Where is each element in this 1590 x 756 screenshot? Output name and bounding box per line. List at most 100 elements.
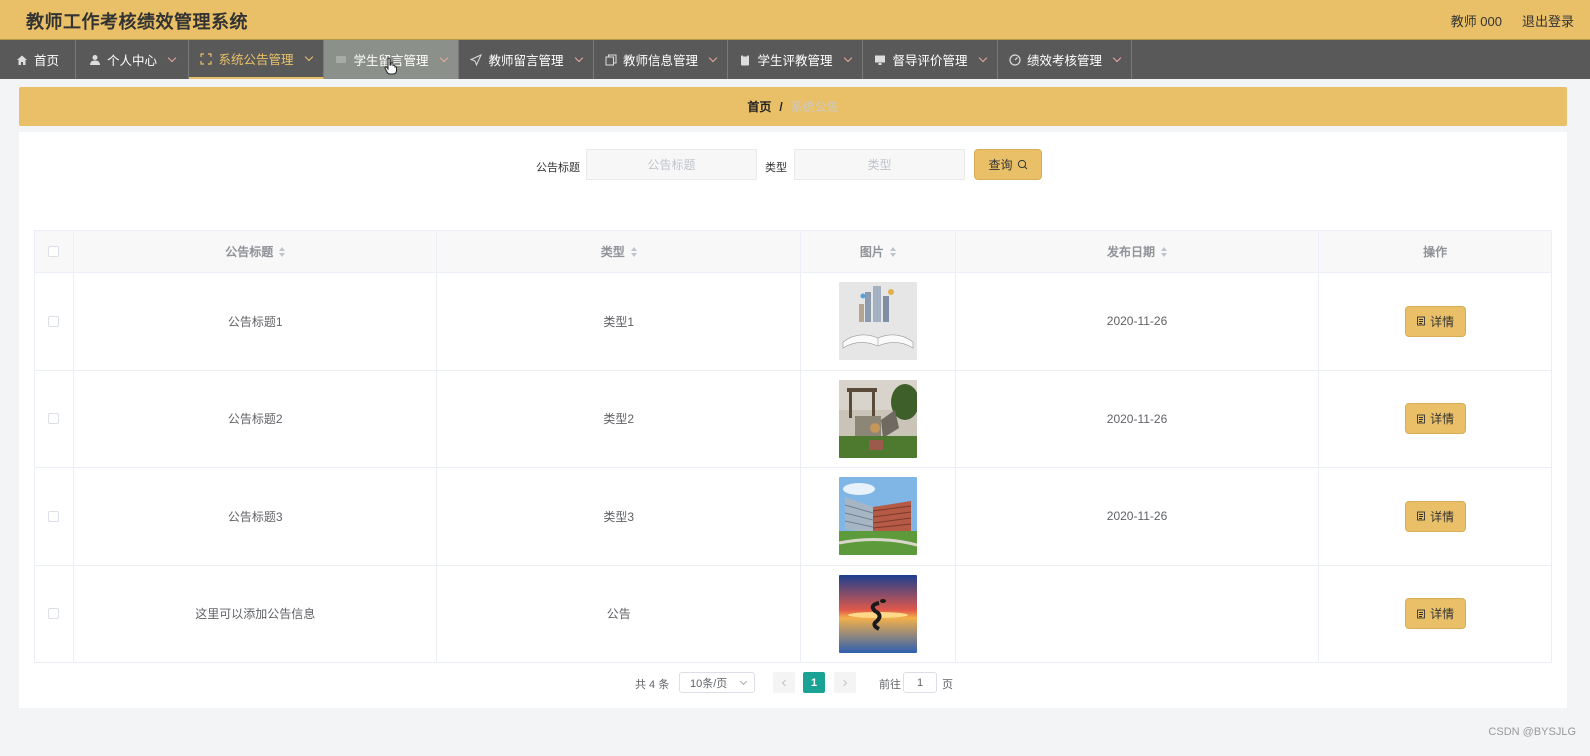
date-cell: 2020-11-26: [956, 273, 1320, 370]
column-image-label: 图片: [859, 245, 884, 259]
sort-icon[interactable]: [889, 246, 896, 257]
nav-item-teacher-info[interactable]: 教师信息管理: [594, 40, 728, 79]
breadcrumb: 首页 / 系统公告: [19, 87, 1567, 126]
column-action-label: 操作: [1423, 245, 1448, 259]
nav-item-teacher-message[interactable]: 教师留言管理: [459, 40, 594, 79]
row-checkbox[interactable]: [48, 413, 60, 425]
table-header: 公告标题 类型 图片 发布日期 操作: [35, 231, 1551, 273]
nav-label-home: 首页: [33, 54, 59, 68]
nav-label-teacher-message: 教师留言管理: [488, 54, 564, 68]
detail-button-label: 详情: [1430, 412, 1455, 427]
date-cell: 2020-11-26: [956, 370, 1320, 467]
nav-label-supervisor-evaluation: 督导评价管理: [892, 54, 968, 68]
chevron-down-icon: [843, 53, 852, 63]
sunset-reflection-image[interactable]: [838, 574, 917, 653]
nav-item-personal-center[interactable]: 个人中心: [76, 40, 189, 79]
breadcrumb-current: 系统公告: [790, 100, 839, 114]
column-type-label: 类型: [600, 245, 625, 259]
garden-sculpture-image[interactable]: [838, 379, 917, 458]
search-button-label: 查询: [988, 158, 1013, 172]
select-cell: [35, 565, 74, 662]
page-number-current[interactable]: 1: [803, 672, 825, 693]
action-cell: 详情: [1319, 468, 1551, 565]
main-nav: 首页 个人中心 系统公告管理 学生留言管理 教师留言管理 教师信息管理 学生评教…: [0, 40, 1590, 79]
nav-item-student-evaluation[interactable]: 学生评教管理: [728, 40, 863, 79]
user-icon: [89, 54, 101, 66]
nav-item-home[interactable]: 首页: [0, 40, 76, 79]
detail-button[interactable]: 详情: [1404, 500, 1466, 532]
breadcrumb-separator: /: [779, 99, 783, 114]
table-row: 公告标题1 类型1 2020-11-26 详情: [35, 273, 1551, 371]
chevron-down-icon: [1112, 53, 1122, 63]
image-cell: [801, 370, 956, 467]
campus-building-image[interactable]: [838, 477, 917, 556]
title-search-input[interactable]: [586, 149, 757, 180]
next-page-button[interactable]: [834, 672, 856, 693]
sort-icon[interactable]: [630, 246, 637, 257]
chevron-down-icon: [708, 53, 718, 63]
column-title-label: 公告标题: [225, 245, 274, 259]
title-cell: 公告标题2: [74, 370, 438, 467]
page-unit-label: 页: [942, 679, 953, 691]
action-cell: 详情: [1319, 273, 1551, 370]
row-checkbox[interactable]: [48, 608, 60, 620]
chevron-down-icon: [304, 52, 313, 62]
book-city-image[interactable]: [838, 282, 917, 361]
type-cell: 类型3: [437, 468, 801, 565]
detail-button-label: 详情: [1430, 607, 1455, 622]
document-icon: [1417, 316, 1426, 326]
copy-icon: [605, 54, 617, 66]
type-cell: 公告: [437, 565, 801, 662]
nav-item-performance[interactable]: 绩效考核管理: [998, 40, 1132, 79]
detail-button-label: 详情: [1430, 509, 1455, 524]
chevron-down-icon: [574, 53, 583, 63]
type-label: 类型: [765, 162, 787, 174]
document-icon: [1417, 511, 1426, 521]
sort-icon[interactable]: [1161, 246, 1168, 257]
goto-page-input[interactable]: [903, 672, 937, 693]
column-date[interactable]: 发布日期: [956, 231, 1320, 272]
goto-label: 前往: [879, 679, 901, 691]
chevron-down-icon: [739, 677, 748, 686]
chevron-left-icon: [781, 679, 786, 686]
title-cell: 这里可以添加公告信息: [74, 565, 438, 662]
page-size-select[interactable]: 10条/页: [679, 672, 755, 693]
breadcrumb-home[interactable]: 首页: [747, 98, 771, 115]
gauge-icon: [1009, 53, 1021, 66]
column-image[interactable]: 图片: [801, 231, 956, 272]
type-search-input[interactable]: [794, 149, 965, 180]
prev-page-button[interactable]: [773, 672, 795, 693]
detail-button[interactable]: 详情: [1404, 403, 1466, 435]
current-user: 教师 000: [1450, 14, 1502, 29]
search-button[interactable]: 查询: [974, 149, 1042, 180]
nav-item-announcement[interactable]: 系统公告管理: [189, 40, 324, 79]
select-cell: [35, 468, 74, 565]
date-cell: [956, 565, 1320, 662]
action-cell: 详情: [1319, 371, 1551, 468]
header-select-cell: [35, 231, 74, 272]
nav-item-student-message[interactable]: 学生留言管理: [324, 40, 459, 79]
pagination-total: 共 4 条: [635, 679, 670, 691]
top-header: 教师工作考核绩效管理系统 教师 000 退出登录: [0, 0, 1590, 40]
column-title[interactable]: 公告标题: [74, 231, 438, 272]
detail-button-label: 详情: [1430, 314, 1455, 329]
type-cell: 类型2: [437, 370, 801, 467]
search-form: 公告标题 类型 查询: [19, 149, 1567, 181]
title-cell: 公告标题1: [74, 273, 438, 370]
row-checkbox[interactable]: [48, 510, 60, 522]
table-row: 公告标题2 类型2 2020-11-26 详情: [35, 370, 1551, 468]
nav-item-supervisor-evaluation[interactable]: 督导评价管理: [863, 40, 998, 79]
row-checkbox[interactable]: [48, 315, 60, 327]
select-all-checkbox[interactable]: [48, 246, 60, 257]
detail-button[interactable]: 详情: [1404, 598, 1466, 630]
clipboard-icon: [739, 54, 751, 66]
column-type[interactable]: 类型: [437, 231, 801, 272]
column-date-label: 发布日期: [1107, 245, 1156, 259]
detail-button[interactable]: 详情: [1404, 305, 1466, 337]
nav-label-personal-center: 个人中心: [106, 54, 157, 68]
pagination: 共 4 条 10条/页 1 前往 页: [19, 672, 1567, 694]
sort-icon[interactable]: [279, 246, 286, 257]
column-action: 操作: [1319, 231, 1551, 272]
select-cell: [35, 273, 74, 370]
logout-link[interactable]: 退出登录: [1522, 11, 1574, 30]
